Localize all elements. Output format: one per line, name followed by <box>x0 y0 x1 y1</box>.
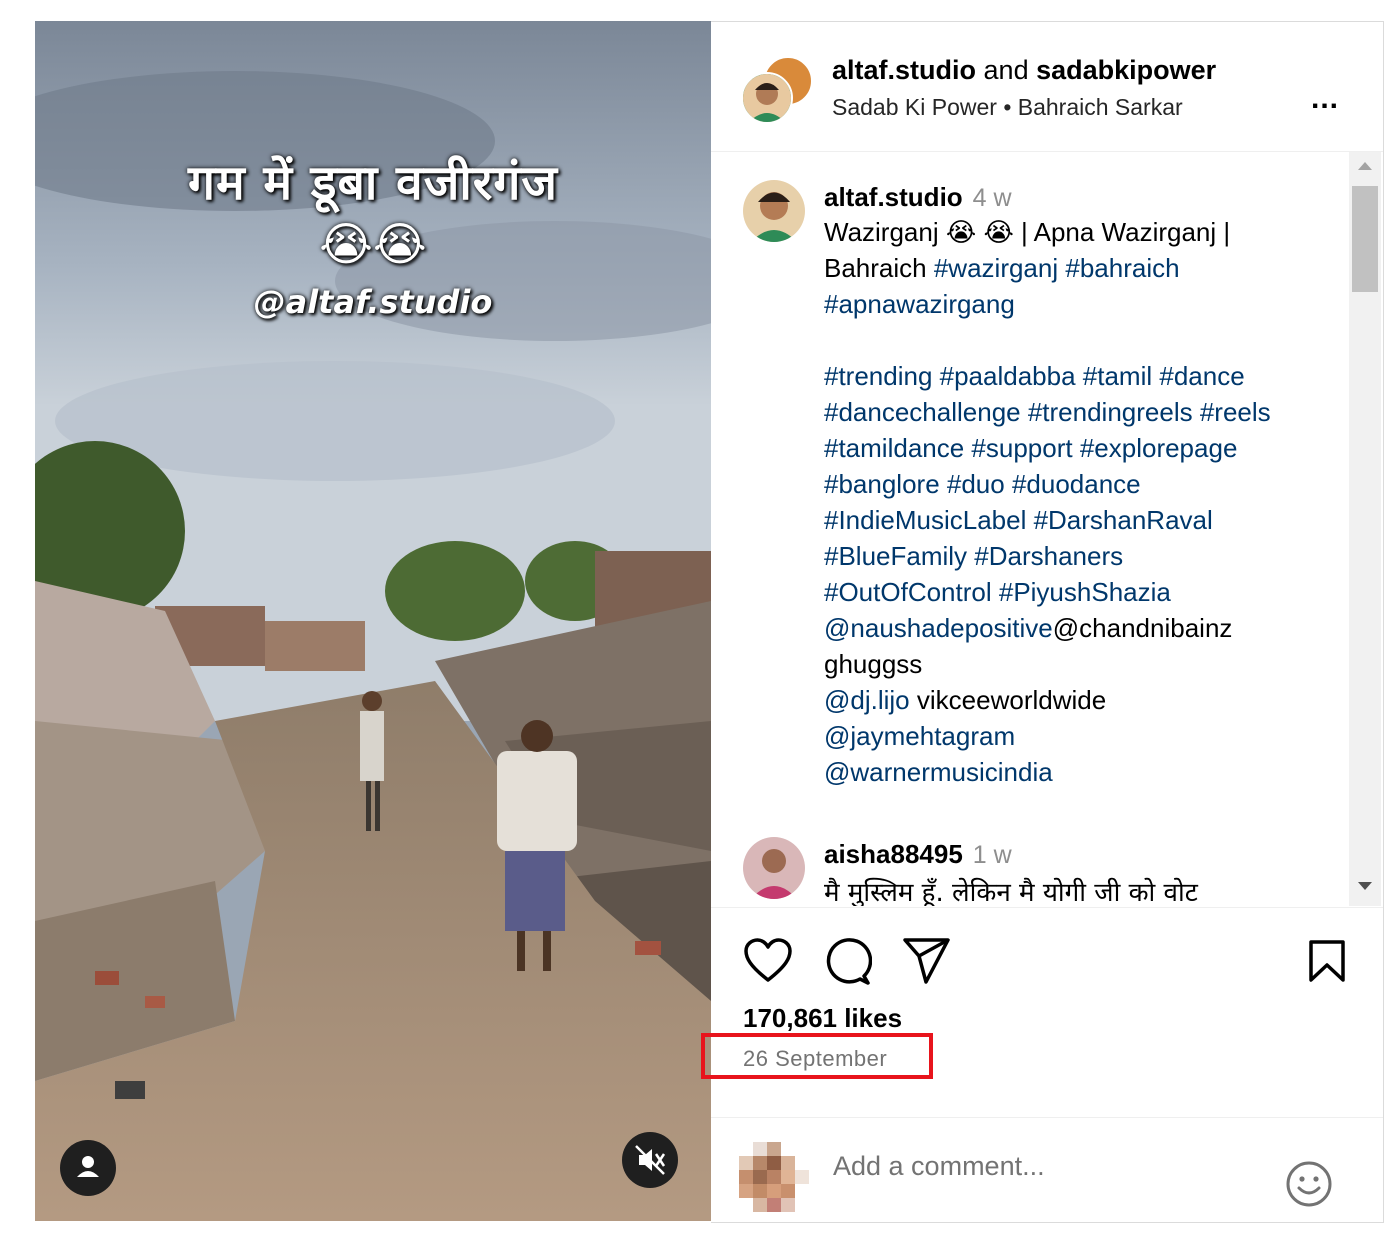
overlay-handle: @altaf.studio <box>253 283 493 321</box>
owner-username-1[interactable]: altaf.studio <box>832 55 976 85</box>
caption-fragment: vikceeworldwide <box>909 685 1107 715</box>
hashtag-link[interactable]: @warnermusicindia <box>824 757 1053 787</box>
caption-line: @naushadepositive@chandnibainz <box>824 610 1324 646</box>
likes-count[interactable]: 170,861 likes <box>743 1003 902 1034</box>
mute-toggle-button[interactable] <box>622 1132 678 1188</box>
date-highlight-box <box>701 1033 933 1079</box>
caption-line: #OutOfControl #PiyushShazia <box>824 574 1324 610</box>
hashtag-link[interactable]: #IndieMusicLabel #DarshanRaval <box>824 505 1213 535</box>
caption-line: ghuggss <box>824 646 1324 682</box>
avatar[interactable] <box>743 837 805 899</box>
add-comment-bar: Add a comment... <box>711 1117 1383 1223</box>
comment-time: 1 w <box>972 841 1012 869</box>
action-bar: 170,861 likes 26 September <box>701 907 1383 1118</box>
caption-line: #dancechallenge #trendingreels #reels <box>824 394 1324 430</box>
post-details-panel: altaf.studio and sadabkipower Sadab Ki P… <box>701 21 1384 1223</box>
scrollbar-thumb[interactable] <box>1352 186 1378 292</box>
caption-author[interactable]: altaf.studio <box>824 182 963 212</box>
caption-line: #BlueFamily #Darshaners <box>824 538 1324 574</box>
caption-fragment: @chandnibainz <box>1052 613 1233 643</box>
caption-text: Wazirganj 😭 😭 | Apna Wazirganj | Bahraich… <box>824 214 1324 790</box>
caption-line: #tamildance #support #explorepage <box>824 430 1324 466</box>
owner-username-2[interactable]: sadabkipower <box>1036 55 1216 85</box>
caption-time: 4 w <box>972 184 1012 212</box>
post-media[interactable]: गम में डूबा वजीरगंज 😭😭 @altaf.studio <box>35 21 711 1221</box>
post-header: altaf.studio and sadabkipower Sadab Ki P… <box>711 22 1383 152</box>
caption-line: Wazirganj 😭 😭 | Apna Wazirganj | <box>824 214 1324 250</box>
comment-author[interactable]: aisha88495 <box>824 839 963 869</box>
hashtag-link[interactable]: #BlueFamily #Darshaners <box>824 541 1123 571</box>
caption-line: #trending #paaldabba #tamil #dance <box>824 358 1324 394</box>
overlay-emojis: 😭😭 <box>319 217 427 271</box>
avatar-face <box>743 180 805 242</box>
caption-fragment: Bahraich <box>824 253 934 283</box>
hashtag-link[interactable]: #trending #paaldabba #tamil #dance <box>824 361 1245 391</box>
caption-line: @warnermusicindia <box>824 754 1324 790</box>
hashtag-link[interactable]: #apnawazirgang <box>824 289 1015 319</box>
caption-fragment: ghuggss <box>824 649 923 679</box>
avatar[interactable] <box>743 180 805 242</box>
caption-line: Bahraich #wazirganj #bahraich <box>824 250 1324 286</box>
scroll-up-arrow[interactable] <box>1358 162 1372 170</box>
post-audio-subtitle[interactable]: Sadab Ki Power • Bahraich Sarkar <box>832 94 1183 121</box>
hashtag-link[interactable]: #tamildance #support #explorepage <box>824 433 1237 463</box>
current-user-avatar[interactable] <box>739 1142 809 1218</box>
person-icon <box>77 1156 99 1177</box>
avatar-altaf-studio[interactable] <box>741 72 793 124</box>
collab-avatars[interactable] <box>741 56 813 126</box>
hashtag-link[interactable]: #OutOfControl #PiyushShazia <box>824 577 1171 607</box>
avatar-face <box>743 74 791 122</box>
caption-line: #apnawazirgang <box>824 286 1324 322</box>
comment-input[interactable]: Add a comment... <box>833 1151 1045 1182</box>
post-owner-line: altaf.studio and sadabkipower <box>832 55 1216 86</box>
tagged-users-button[interactable] <box>60 1140 116 1196</box>
caption-line: @dj.lijo vikceeworldwide <box>824 682 1324 718</box>
caption-fragment: Wazirganj 😭 😭 | Apna Wazirganj | <box>824 217 1231 247</box>
muted-speaker-icon <box>635 1145 666 1175</box>
comment-icon[interactable] <box>824 938 872 986</box>
owner-joiner: and <box>983 55 1029 85</box>
heart-icon[interactable] <box>744 938 792 984</box>
caption-line <box>824 322 1324 358</box>
avatar-face <box>743 837 805 899</box>
hashtag-link[interactable]: #banglore #duo #duodance <box>824 469 1141 499</box>
hashtag-link[interactable]: #dancechallenge #trendingreels #reels <box>824 397 1271 427</box>
hashtag-link[interactable]: @dj.lijo <box>824 685 910 715</box>
caption-line: #IndieMusicLabel #DarshanRaval <box>824 502 1324 538</box>
overlay-headline: गम में डूबा वजीरगंज <box>187 155 559 211</box>
hashtag-link[interactable]: #wazirganj #bahraich <box>934 253 1180 283</box>
smiley-icon[interactable] <box>1284 1159 1334 1209</box>
hashtag-link[interactable]: @jaymehtagram <box>824 721 1015 751</box>
caption-line: @jaymehtagram <box>824 718 1324 754</box>
comments-scroll-area[interactable]: altaf.studio 4 w Wazirganj 😭 😭 | Apna Waz… <box>711 152 1383 906</box>
scrollbar[interactable] <box>1349 152 1381 906</box>
scroll-down-arrow[interactable] <box>1358 882 1372 890</box>
share-icon[interactable] <box>902 937 952 985</box>
hashtag-link[interactable]: @naushadepositive <box>824 613 1053 643</box>
caption-line: #banglore #duo #duodance <box>824 466 1324 502</box>
more-options-button[interactable]: ... <box>1311 82 1339 116</box>
comment-text: मै मुस्लिम हूँ. लेकिन मै योगी जी को वोट <box>824 878 1198 906</box>
bookmark-icon[interactable] <box>1308 939 1346 983</box>
